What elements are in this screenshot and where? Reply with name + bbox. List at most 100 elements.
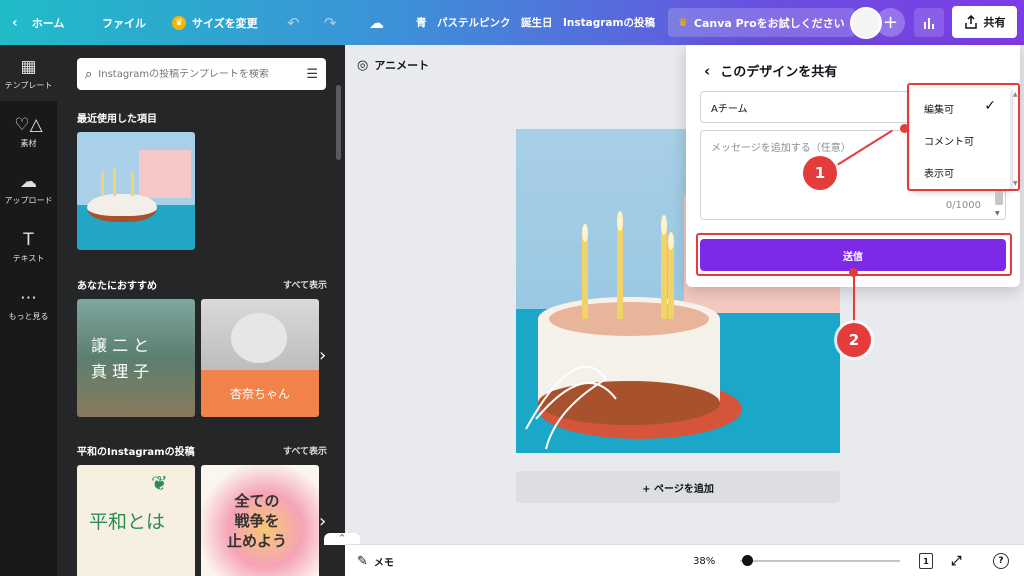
chevron-left-icon: ‹ xyxy=(12,14,18,31)
template-text: 譲 二 と 真 理 子 xyxy=(91,336,150,381)
rail-label: テンプレート xyxy=(4,81,53,90)
filter-icon[interactable]: ☰ xyxy=(306,67,318,82)
baby-photo xyxy=(231,313,287,363)
expand-icon: ⤢ xyxy=(951,553,962,569)
undo-icon: ↶ xyxy=(287,13,300,32)
panel-scrollbar[interactable] xyxy=(336,85,341,160)
template-thumbnail-baby[interactable]: 杏奈ちゃん xyxy=(201,299,319,417)
back-icon[interactable]: ‹ xyxy=(704,62,710,80)
pink-card xyxy=(139,150,191,198)
dove-icon: ❦ xyxy=(151,471,168,495)
template-search[interactable]: ⌕ ☰ xyxy=(77,58,326,90)
notes-label: メモ xyxy=(373,557,394,569)
rail-item-elements[interactable]: ♡△ 素材 xyxy=(0,115,57,149)
design-title[interactable]: 青 パステルピンク 誕生日 Instagramの投稿 xyxy=(416,0,655,45)
candle xyxy=(113,168,116,196)
animate-label: アニメート xyxy=(374,59,430,72)
left-rail: ▦ テンプレート ♡△ 素材 ☁ アップロード T テキスト ⋯ もっと見る xyxy=(0,45,57,576)
undo-button[interactable]: ↶ xyxy=(287,0,300,45)
share-popup-header: ‹ このデザインを共有 xyxy=(704,61,838,81)
rail-item-more[interactable]: ⋯ もっと見る xyxy=(0,288,57,322)
resize-button[interactable]: ♛ サイズを変更 xyxy=(172,0,258,45)
animate-button[interactable]: ◎ アニメート xyxy=(357,57,429,73)
search-input[interactable] xyxy=(98,68,301,80)
candle xyxy=(101,172,104,196)
rail-label: 素材 xyxy=(20,139,37,148)
file-menu-button[interactable]: ファイル xyxy=(102,0,146,45)
cloud-icon: ☁ xyxy=(369,13,384,32)
share-button[interactable]: 共有 xyxy=(952,6,1017,38)
redo-icon: ↷ xyxy=(324,13,337,32)
top-bar: ‹ ホーム ファイル ♛ サイズを変更 ↶ ↷ ☁ 青 パステルピンク 誕生日 … xyxy=(0,0,1024,45)
crown-icon: ♛ xyxy=(678,16,688,29)
template-thumbnail-antiwar[interactable]: 全ての 戦争を 止めよう xyxy=(201,465,319,576)
fullscreen-button[interactable]: ⤢ xyxy=(951,545,961,576)
share-popup-title: このデザインを共有 xyxy=(720,65,838,80)
zoom-level[interactable]: 38% xyxy=(693,545,715,576)
rail-label: もっと見る xyxy=(8,312,49,321)
caret-down-icon: ▼ xyxy=(995,210,1000,217)
template-text: 全ての 戦争を 止めよう xyxy=(227,492,288,550)
rail-label: テキスト xyxy=(12,254,45,263)
character-counter: 0/1000 xyxy=(945,200,981,211)
template-text: 平和とは xyxy=(89,511,166,533)
add-member-button[interactable]: + xyxy=(876,8,905,37)
insights-button[interactable] xyxy=(914,8,944,37)
annotation-dot-1 xyxy=(900,124,909,133)
annotation-marker-1: 1 xyxy=(803,156,837,190)
message-scrollbar[interactable]: ▼ xyxy=(995,187,1003,219)
notes-icon: ✎ xyxy=(357,553,368,569)
crown-icon: ♛ xyxy=(172,15,186,30)
see-all-recommended[interactable]: すべて表示 xyxy=(283,278,327,291)
upload-icon: ☁ xyxy=(20,172,37,192)
share-icon xyxy=(964,15,977,29)
peace-title: 平和のInstagramの投稿 xyxy=(77,447,195,458)
rail-item-text[interactable]: T テキスト xyxy=(0,230,57,264)
text-icon: T xyxy=(23,230,34,250)
template-thumbnail-peace[interactable]: ❦ 平和とは xyxy=(77,465,195,576)
rail-item-templates[interactable]: ▦ テンプレート xyxy=(0,45,57,101)
message-placeholder: メッセージを追加する（任意） xyxy=(711,143,851,154)
home-label: ホーム xyxy=(31,16,65,30)
add-page-button[interactable]: + ページを追加 xyxy=(516,471,840,503)
template-thumbnail-wedding[interactable]: 譲 二 と 真 理 子 xyxy=(77,299,195,417)
template-icon: ▦ xyxy=(20,57,37,77)
bar-chart-icon xyxy=(924,17,934,29)
template-text: 杏奈ちゃん xyxy=(229,387,290,401)
redo-button[interactable]: ↷ xyxy=(324,0,337,45)
page-count-button[interactable]: 1 xyxy=(919,545,933,576)
help-icon: ? xyxy=(993,553,1009,569)
page-number: 1 xyxy=(919,553,933,569)
chevron-right-icon[interactable]: › xyxy=(319,345,326,366)
resize-label: サイズを変更 xyxy=(192,16,258,30)
animate-icon: ◎ xyxy=(357,57,369,73)
candle xyxy=(131,172,134,196)
pro-label: Canva Proをお試しください xyxy=(693,16,845,30)
recommended-title: あなたにおすすめ xyxy=(77,281,157,292)
share-label: 共有 xyxy=(983,16,1006,29)
template-panel: ⌕ ☰ 最近使用した項目 あなたにおすすめ すべて表示 譲 二 と 真 理 子 … xyxy=(57,45,345,576)
zoom-slider-track[interactable] xyxy=(740,560,900,562)
home-button[interactable]: ‹ ホーム xyxy=(12,0,64,45)
rail-item-uploads[interactable]: ☁ アップロード xyxy=(0,172,57,206)
try-pro-button[interactable]: ♛ Canva Proをお試しください xyxy=(668,8,855,37)
plus-icon: + xyxy=(882,12,899,33)
search-icon: ⌕ xyxy=(85,66,93,82)
zoom-slider-handle[interactable] xyxy=(742,555,753,566)
rail-label: アップロード xyxy=(4,196,53,205)
bottom-bar: ✎ メモ 38% 1 ⤢ ? xyxy=(345,544,1024,576)
save-status-button[interactable]: ☁ xyxy=(369,0,384,45)
elements-icon: ♡△ xyxy=(14,115,43,135)
annotation-marker-2: 2 xyxy=(837,323,871,357)
annotation-box-permission xyxy=(907,83,1020,191)
recent-title: 最近使用した項目 xyxy=(77,114,157,125)
chevron-right-icon[interactable]: › xyxy=(319,511,326,532)
cake-image xyxy=(87,194,157,222)
notes-button[interactable]: ✎ メモ xyxy=(357,545,394,576)
see-all-peace[interactable]: すべて表示 xyxy=(283,444,327,457)
annotation-line-2 xyxy=(853,270,855,328)
recent-template-thumbnail[interactable] xyxy=(77,132,195,250)
more-icon: ⋯ xyxy=(20,288,37,308)
annotation-dot-2 xyxy=(849,268,858,277)
help-button[interactable]: ? xyxy=(993,545,1009,576)
